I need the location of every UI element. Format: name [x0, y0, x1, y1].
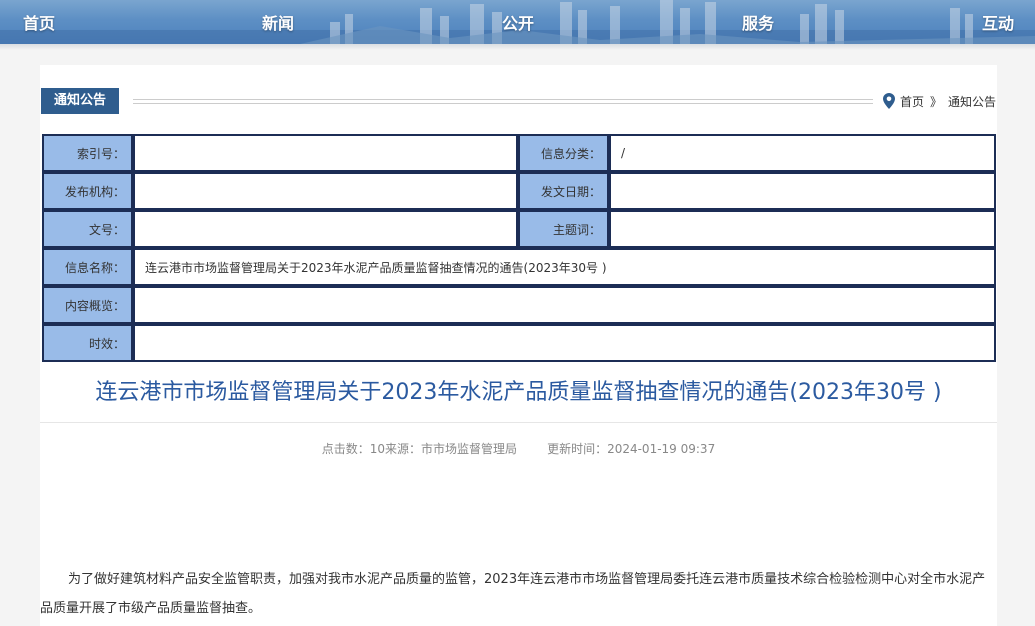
label-index-number: 索引号：: [42, 134, 133, 172]
table-row: 文号： 主题词：: [42, 210, 996, 248]
article-title: 连云港市市场监督管理局关于2023年水泥产品质量监督抽查情况的通告(2023年3…: [95, 380, 942, 405]
section-tag: 通知公告: [41, 88, 119, 114]
nav-service[interactable]: 服务: [742, 10, 774, 34]
value-keywords: [609, 210, 996, 248]
top-nav-banner: 首页 新闻 公开 服务 互动: [0, 0, 1035, 44]
value-validity: [133, 324, 996, 362]
table-row: 发布机构： 发文日期：: [42, 172, 996, 210]
value-info-category: /: [609, 134, 996, 172]
content-panel: 通知公告 首页 》 通知公告 索引号： 信息分类： / 发布机构： 发文日期： …: [40, 65, 997, 626]
nav-interact[interactable]: 互动: [982, 10, 1014, 34]
label-validity: 时效：: [42, 324, 133, 362]
value-summary: [133, 286, 996, 324]
breadcrumb: 首页 》 通知公告: [883, 92, 996, 110]
article-paragraph: 为了做好建筑材料产品安全监管职责，加强对我市水泥产品质量的监管，2023年连云港…: [40, 572, 986, 616]
value-issue-date: [609, 172, 996, 210]
article-body: 为了做好建筑材料产品安全监管职责，加强对我市水泥产品质量的监管，2023年连云港…: [40, 565, 997, 623]
value-info-name: 连云港市市场监督管理局关于2023年水泥产品质量监督抽查情况的通告(2023年3…: [133, 248, 996, 286]
table-row: 时效：: [42, 324, 996, 362]
breadcrumb-separator: 》: [930, 94, 943, 109]
value-publisher: [133, 172, 518, 210]
table-row: 索引号： 信息分类： /: [42, 134, 996, 172]
article-divider: [40, 422, 997, 423]
label-issue-date: 发文日期：: [518, 172, 609, 210]
nav-public[interactable]: 公开: [502, 10, 534, 34]
article-meta: 点击数：10来源：市市场监督管理局 更新时间：2024-01-19 09:37: [40, 440, 997, 457]
label-publisher: 发布机构：: [42, 172, 133, 210]
value-doc-number: [133, 210, 518, 248]
nav-home[interactable]: 首页: [23, 10, 55, 34]
meta-updated-time: 更新时间：2024-01-19 09:37: [547, 442, 716, 456]
label-summary: 内容概览：: [42, 286, 133, 324]
breadcrumb-home[interactable]: 首页: [900, 93, 924, 110]
banner-shadow: [0, 44, 1035, 50]
label-info-name: 信息名称：: [42, 248, 133, 286]
label-keywords: 主题词：: [518, 210, 609, 248]
nav-news[interactable]: 新闻: [262, 10, 294, 34]
table-row: 内容概览：: [42, 286, 996, 324]
meta-clicks-source: 点击数：10来源：市市场监督管理局: [321, 442, 518, 456]
label-doc-number: 文号：: [42, 210, 133, 248]
label-info-category: 信息分类：: [518, 134, 609, 172]
location-pin-icon: [883, 93, 895, 109]
section-divider: [133, 99, 873, 104]
value-index-number: [133, 134, 518, 172]
table-row: 信息名称： 连云港市市场监督管理局关于2023年水泥产品质量监督抽查情况的通告(…: [42, 248, 996, 286]
breadcrumb-current[interactable]: 通知公告: [948, 93, 996, 110]
